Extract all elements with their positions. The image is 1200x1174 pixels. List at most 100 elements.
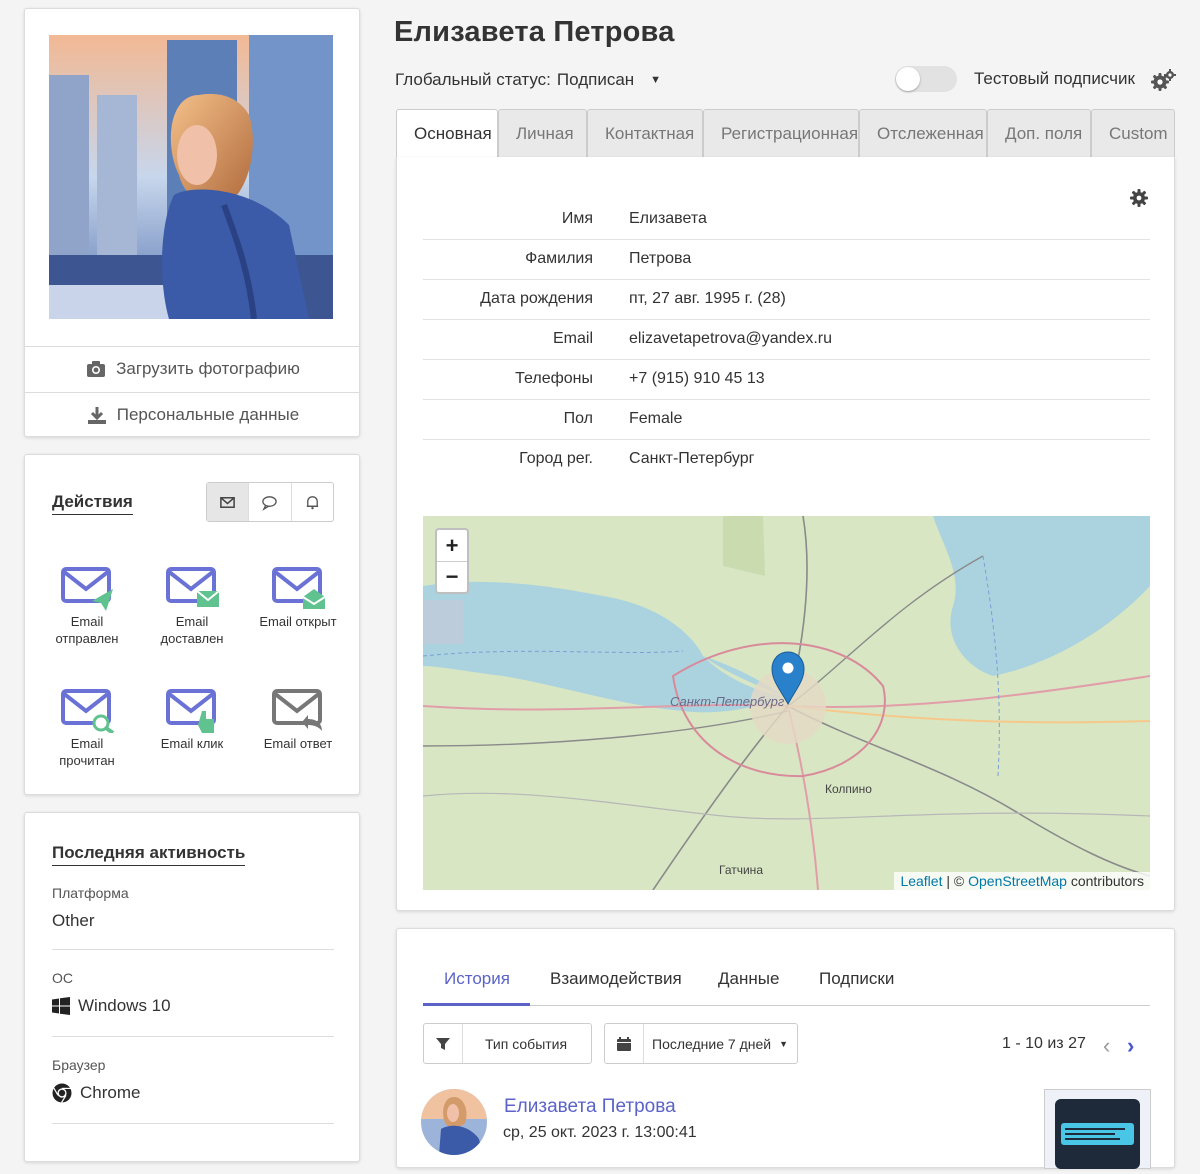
tab-subscriptions[interactable]: Подписки bbox=[819, 969, 894, 989]
field-label: Имя bbox=[561, 210, 593, 227]
action-email-click[interactable]: Email клик bbox=[152, 685, 232, 752]
field-label: Город рег. bbox=[519, 450, 593, 467]
zoom-in-button[interactable]: + bbox=[437, 530, 467, 561]
camera-icon bbox=[87, 360, 106, 377]
tab-interactions[interactable]: Взаимодействия bbox=[550, 969, 682, 989]
field-label: Телефоны bbox=[515, 370, 593, 387]
field-email: Email elizavetapetrova@yandex.ru bbox=[423, 320, 1150, 360]
action-email-delivered-label: Email доставлен bbox=[160, 614, 224, 646]
platform-label: Платформа bbox=[52, 885, 129, 901]
zoom-out-button[interactable]: − bbox=[437, 561, 467, 592]
field-label: Фамилия bbox=[525, 250, 593, 267]
global-status-value: Подписан bbox=[556, 70, 635, 89]
os-value: Windows 10 bbox=[78, 996, 171, 1015]
event-date: ср, 25 окт. 2023 г. 13:00:41 bbox=[503, 1124, 697, 1141]
map-zoom-control: + − bbox=[435, 528, 469, 594]
field-label: Дата рождения bbox=[480, 290, 593, 307]
profile-card: Загрузить фотографию Персональные данные bbox=[24, 8, 360, 437]
chevron-left-icon[interactable]: ‹ bbox=[1103, 1033, 1110, 1059]
contact-name: Елизавета Петрова bbox=[394, 16, 675, 48]
event-type-filter[interactable]: Тип события bbox=[423, 1023, 592, 1064]
action-email-sent[interactable]: Email отправлен bbox=[47, 563, 127, 647]
tab-custom[interactable]: Custom bbox=[1091, 109, 1175, 157]
windows-icon bbox=[52, 997, 70, 1015]
os-item: ОС Windows 10 bbox=[52, 970, 334, 1016]
map-attribution: Leaflet | © OpenStreetMap contributors bbox=[894, 872, 1150, 890]
gears-icon[interactable] bbox=[1150, 68, 1176, 92]
period-filter[interactable]: Последние 7 дней ▼ bbox=[604, 1023, 798, 1064]
field-value: Елизавета bbox=[629, 210, 707, 227]
bell-icon bbox=[306, 495, 318, 509]
field-phones: Телефоны +7 (915) 910 45 13 bbox=[423, 360, 1150, 400]
test-subscriber-label: Тестовый подписчик bbox=[974, 69, 1135, 88]
channel-email-button[interactable] bbox=[207, 483, 249, 521]
actions-title: Действия bbox=[52, 492, 133, 515]
divider bbox=[52, 1123, 334, 1124]
chevron-right-icon[interactable]: › bbox=[1127, 1033, 1134, 1059]
field-reg-city: Город рег. Санкт-Петербург bbox=[423, 440, 1150, 480]
attribution-separator: | © bbox=[942, 873, 969, 889]
action-email-read[interactable]: Email прочитан bbox=[47, 685, 127, 769]
contact-photo bbox=[49, 35, 333, 319]
tab-main[interactable]: Основная bbox=[396, 109, 498, 159]
tab-tracked[interactable]: Отслеженная bbox=[859, 109, 987, 157]
caret-down-icon: ▼ bbox=[779, 1038, 788, 1049]
action-email-opened-label: Email открыт bbox=[259, 614, 337, 629]
tab-extra-fields[interactable]: Доп. поля bbox=[987, 109, 1091, 157]
tab-personal[interactable]: Личная bbox=[498, 109, 587, 157]
leaflet-link[interactable]: Leaflet bbox=[900, 873, 942, 889]
field-value: Петрова bbox=[629, 250, 692, 267]
tab-contact[interactable]: Контактная bbox=[587, 109, 703, 157]
event-contact-name[interactable]: Елизавета Петрова bbox=[504, 1096, 676, 1118]
email-opened-icon bbox=[272, 567, 326, 609]
message-preview-thumbnail[interactable] bbox=[1044, 1089, 1151, 1169]
test-subscriber-toggle[interactable] bbox=[895, 66, 957, 92]
action-email-opened[interactable]: Email открыт bbox=[258, 563, 338, 630]
field-value: Санкт-Петербург bbox=[629, 450, 755, 467]
map-city-label: Санкт-Петербург bbox=[670, 694, 785, 709]
download-icon bbox=[87, 406, 106, 424]
active-tab-indicator bbox=[423, 1003, 530, 1006]
location-map[interactable]: Санкт-Петербург Колпино Гатчина + − Leaf… bbox=[423, 516, 1150, 890]
field-gender: Пол Female bbox=[423, 400, 1150, 440]
os-label: ОС bbox=[52, 970, 73, 986]
divider bbox=[52, 1036, 334, 1037]
map-town-label: Гатчина bbox=[719, 863, 763, 877]
action-email-reply[interactable]: Email ответ bbox=[258, 685, 338, 752]
channel-chat-button[interactable] bbox=[248, 483, 290, 521]
field-birth-date: Дата рождения пт, 27 авг. 1995 г. (28) bbox=[423, 280, 1150, 320]
filter-icon bbox=[436, 1037, 450, 1050]
platform-item: Платформа Other bbox=[52, 885, 334, 931]
upload-photo-button[interactable]: Загрузить фотографию bbox=[25, 346, 359, 390]
tab-history[interactable]: История bbox=[444, 969, 510, 989]
field-first-name: Имя Елизавета bbox=[423, 200, 1150, 240]
email-delivered-icon bbox=[166, 567, 220, 607]
email-click-icon bbox=[166, 689, 216, 733]
openstreetmap-link[interactable]: OpenStreetMap bbox=[968, 873, 1067, 889]
field-label: Email bbox=[552, 330, 593, 347]
action-email-delivered[interactable]: Email доставлен bbox=[152, 563, 232, 647]
browser-label: Браузер bbox=[52, 1057, 106, 1073]
email-sent-icon bbox=[61, 567, 113, 611]
global-status-label: Глобальный статус: bbox=[395, 70, 551, 89]
field-value: elizavetapetrova@yandex.ru bbox=[629, 330, 833, 347]
tab-data[interactable]: Данные bbox=[718, 969, 779, 989]
email-read-icon bbox=[61, 689, 115, 733]
caret-down-icon[interactable]: ▼ bbox=[650, 74, 661, 86]
personal-data-button[interactable]: Персональные данные bbox=[25, 392, 359, 436]
action-email-click-label: Email клик bbox=[160, 736, 224, 751]
channel-push-button[interactable] bbox=[290, 483, 333, 521]
tab-registration[interactable]: Регистрационная bbox=[703, 109, 859, 157]
contact-details-panel: Имя Елизавета Фамилия Петрова Дата рожде… bbox=[396, 157, 1175, 911]
field-last-name: Фамилия Петрова bbox=[423, 240, 1150, 280]
field-value: Female bbox=[629, 410, 683, 427]
action-email-sent-label: Email отправлен bbox=[55, 614, 119, 646]
calendar-icon bbox=[617, 1036, 631, 1051]
tabs-divider bbox=[423, 1005, 1150, 1006]
pagination-info: 1 - 10 из 27 bbox=[1002, 1035, 1086, 1052]
platform-value: Other bbox=[52, 911, 95, 930]
event-type-filter-label: Тип события bbox=[485, 1035, 568, 1052]
email-reply-icon bbox=[272, 689, 322, 731]
chrome-icon bbox=[52, 1083, 72, 1103]
global-status[interactable]: Глобальный статус: Подписан ▼ bbox=[395, 70, 661, 90]
